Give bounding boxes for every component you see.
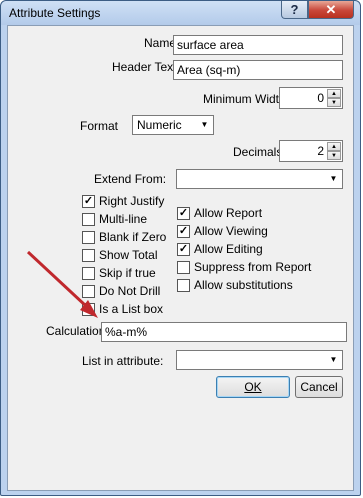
annotation-overlay [26,250,98,318]
annotation-arrow-line [26,250,88,308]
